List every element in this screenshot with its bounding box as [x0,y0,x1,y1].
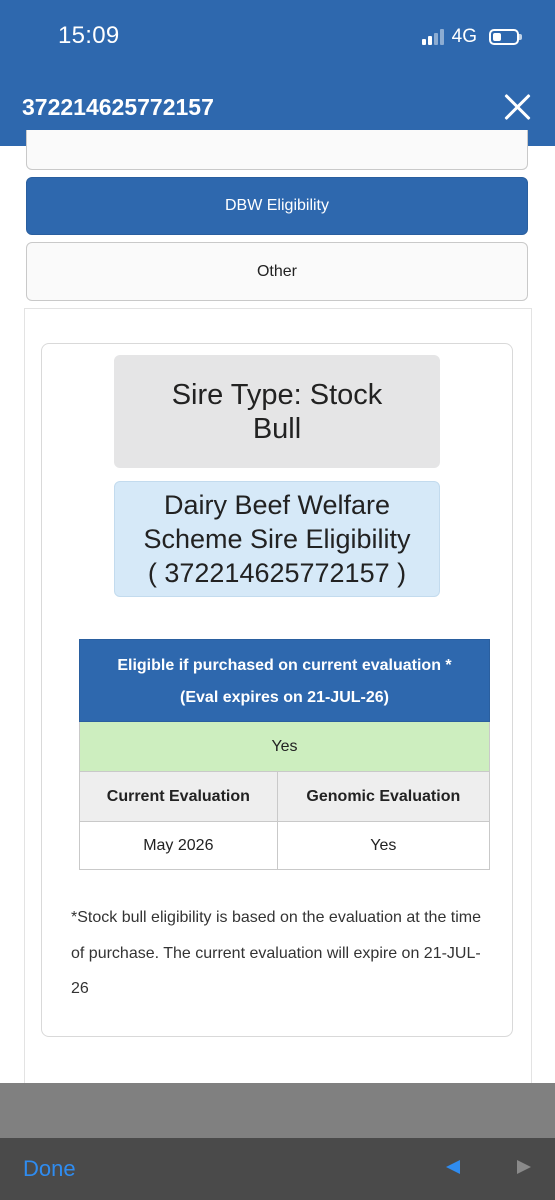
menu-button-partial[interactable] [26,130,528,170]
column-header-genomic-evaluation: Genomic Evaluation [276,771,491,822]
bottom-toolbar: Done [0,1138,555,1200]
eligibility-header-text: Eligible if purchased on current evaluat… [117,656,452,674]
sire-type-label: Sire Type: Stock Bull [171,378,383,445]
done-button[interactable]: Done [23,1156,76,1182]
forward-arrow-icon[interactable] [517,1160,531,1174]
status-indicators: 4G [421,26,522,48]
signal-strength-icon [421,29,444,45]
eligibility-header: Eligible if purchased on current evaluat… [79,639,490,722]
network-type: 4G [451,26,477,47]
other-button[interactable]: Other [26,242,528,301]
page-title: 372214625772157 [22,94,214,120]
status-bar: 15:09 4G [0,0,555,70]
battery-level [493,33,501,41]
column-header-current-evaluation: Current Evaluation [79,771,278,822]
close-icon[interactable] [503,92,533,122]
battery-icon [489,29,522,45]
genomic-evaluation-value: Yes [276,821,491,870]
dbw-animal-id: ( 372214625772157 ) [147,558,407,588]
dbw-eligibility-button[interactable]: DBW Eligibility [26,177,528,235]
footnote: *Stock bull eligibility is based on the … [71,909,482,997]
dbw-eligibility-box: Dairy Beef Welfare Scheme Sire Eligibili… [114,481,440,597]
eligibility-table: Eligible if purchased on current evaluat… [79,639,491,870]
back-arrow-icon[interactable] [446,1160,460,1174]
status-time: 15:09 [58,22,120,49]
dbw-title-line2: Scheme Sire Eligibility [143,524,411,554]
dbw-title-line1: Dairy Beef Welfare [163,490,391,520]
eval-expiry-text: (Eval expires on 21-JUL-26) [180,688,389,706]
eligibility-result: Yes [79,721,490,772]
sire-type-box: Sire Type: Stock Bull [114,355,440,468]
current-evaluation-value: May 2026 [79,821,278,870]
toolbar-divider-area [0,1083,555,1138]
